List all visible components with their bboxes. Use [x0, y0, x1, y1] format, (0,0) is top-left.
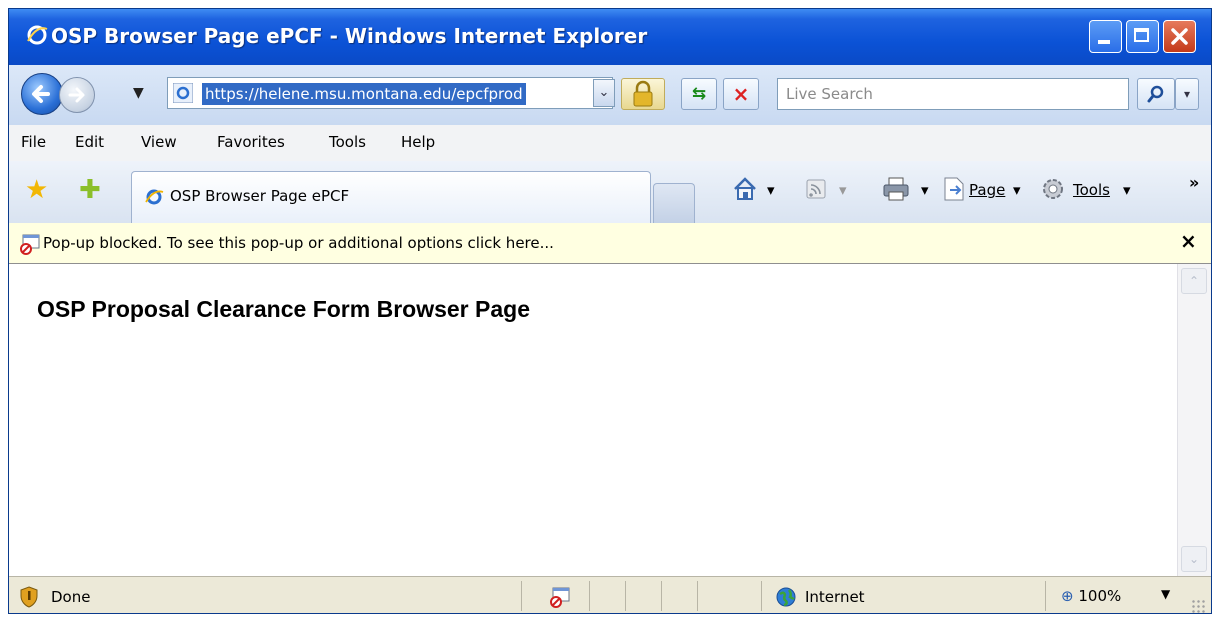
recent-pages-dropdown[interactable]: ▼: [133, 85, 144, 101]
search-button[interactable]: [1137, 78, 1175, 110]
lock-icon: [633, 80, 653, 107]
resize-grip[interactable]: [1191, 599, 1205, 613]
print-icon[interactable]: [881, 175, 911, 203]
status-divider: [661, 581, 662, 611]
status-bar: Done Internet ⊕ 100% ▼: [9, 576, 1211, 613]
menu-bar: File Edit View Favorites Tools Help: [9, 125, 1211, 162]
zoom-level[interactable]: ⊕ 100%: [1061, 587, 1121, 605]
status-divider: [1045, 581, 1046, 611]
status-text: Done: [51, 588, 91, 606]
status-divider: [697, 581, 698, 611]
menu-tools[interactable]: Tools: [329, 133, 366, 151]
menu-edit[interactable]: Edit: [75, 133, 104, 151]
print-dropdown[interactable]: ▾: [921, 181, 929, 199]
page-icon: [944, 177, 964, 201]
feeds-dropdown[interactable]: ▾: [839, 181, 847, 199]
search-options-dropdown[interactable]: ▾: [1175, 78, 1199, 110]
search-input[interactable]: [778, 79, 1128, 109]
menu-file[interactable]: File: [21, 133, 46, 151]
back-button[interactable]: [21, 73, 63, 115]
favorites-star-icon[interactable]: ★: [25, 175, 48, 205]
ie-logo-icon: [145, 189, 164, 205]
page-dropdown[interactable]: ▾: [1013, 181, 1021, 199]
zoom-value: 100%: [1078, 587, 1122, 605]
infobar-message[interactable]: Pop-up blocked. To see this pop-up or ad…: [43, 234, 554, 252]
page-content: OSP Proposal Clearance Form Browser Page: [9, 264, 1177, 576]
globe-icon: [776, 587, 796, 607]
page-title: OSP Proposal Clearance Form Browser Page: [37, 296, 530, 322]
tab-bar: ★ ✚ OSP Browser Page ePCF ▾ ▾ ▾ Page ▾ T…: [9, 161, 1211, 224]
close-window-button[interactable]: [1163, 20, 1196, 53]
status-divider: [589, 581, 590, 611]
tools-menu-button[interactable]: Tools: [1073, 181, 1110, 199]
status-divider: [761, 581, 762, 611]
tab-label: OSP Browser Page ePCF: [170, 187, 350, 205]
refresh-icon: ⇆: [691, 84, 707, 104]
popup-blocked-infobar[interactable]: Pop-up blocked. To see this pop-up or ad…: [9, 223, 1211, 264]
security-report-button[interactable]: [621, 78, 665, 110]
title-bar[interactable]: OSP Browser Page ePCF - Windows Internet…: [9, 9, 1211, 65]
infobar-close-button[interactable]: ×: [1180, 229, 1197, 253]
scroll-up-button[interactable]: ⌃: [1181, 268, 1207, 294]
minimize-icon: [1098, 40, 1110, 44]
home-dropdown[interactable]: ▾: [767, 181, 775, 199]
stop-button[interactable]: ×: [723, 78, 759, 110]
ie-logo-icon: [27, 25, 48, 45]
stop-icon: ×: [732, 82, 750, 106]
refresh-button[interactable]: ⇆: [681, 78, 717, 110]
tools-dropdown[interactable]: ▾: [1123, 181, 1131, 199]
tab-osp-browser-page[interactable]: OSP Browser Page ePCF: [131, 171, 651, 223]
more-commands-chevron[interactable]: »: [1189, 173, 1199, 192]
feeds-icon[interactable]: [805, 175, 829, 203]
menu-view[interactable]: View: [141, 133, 177, 151]
forward-arrow-icon: [68, 87, 85, 103]
security-zone-label[interactable]: Internet: [805, 588, 865, 606]
new-tab-button[interactable]: [653, 183, 695, 223]
popup-blocked-icon[interactable]: [549, 586, 571, 608]
url-text[interactable]: https://helene.msu.montana.edu/epcfprod: [202, 83, 526, 105]
zoom-dropdown[interactable]: ▼: [1161, 587, 1170, 601]
shield-icon: [20, 586, 38, 608]
scroll-down-button[interactable]: ⌄: [1181, 546, 1207, 572]
add-favorites-icon[interactable]: ✚: [79, 175, 101, 205]
address-bar[interactable]: https://helene.msu.montana.edu/epcfprod: [167, 77, 613, 109]
search-icon: [1147, 85, 1164, 103]
ie-window: OSP Browser Page ePCF - Windows Internet…: [8, 8, 1212, 614]
search-box[interactable]: [777, 78, 1129, 110]
ie-page-icon: [173, 83, 193, 103]
close-icon: [1171, 28, 1188, 45]
zoom-icon: ⊕: [1061, 587, 1074, 605]
home-icon[interactable]: [731, 175, 759, 203]
menu-help[interactable]: Help: [401, 133, 435, 151]
back-arrow-icon: [32, 85, 50, 103]
vertical-scrollbar[interactable]: ⌃ ⌄: [1177, 264, 1211, 576]
address-dropdown[interactable]: ⌄: [593, 79, 615, 107]
minimize-button[interactable]: [1089, 20, 1122, 53]
maximize-icon: [1134, 28, 1149, 42]
gear-icon: [1043, 179, 1063, 199]
page-menu-button[interactable]: Page: [969, 181, 1005, 199]
status-divider: [625, 581, 626, 611]
maximize-button[interactable]: [1126, 20, 1159, 53]
status-divider: [521, 581, 522, 611]
forward-button[interactable]: [59, 77, 95, 113]
menu-favorites[interactable]: Favorites: [217, 133, 285, 151]
window-title: OSP Browser Page ePCF - Windows Internet…: [51, 24, 648, 48]
navigation-bar: ▼ https://helene.msu.montana.edu/epcfpro…: [9, 65, 1211, 125]
popup-blocked-icon: [20, 234, 40, 255]
